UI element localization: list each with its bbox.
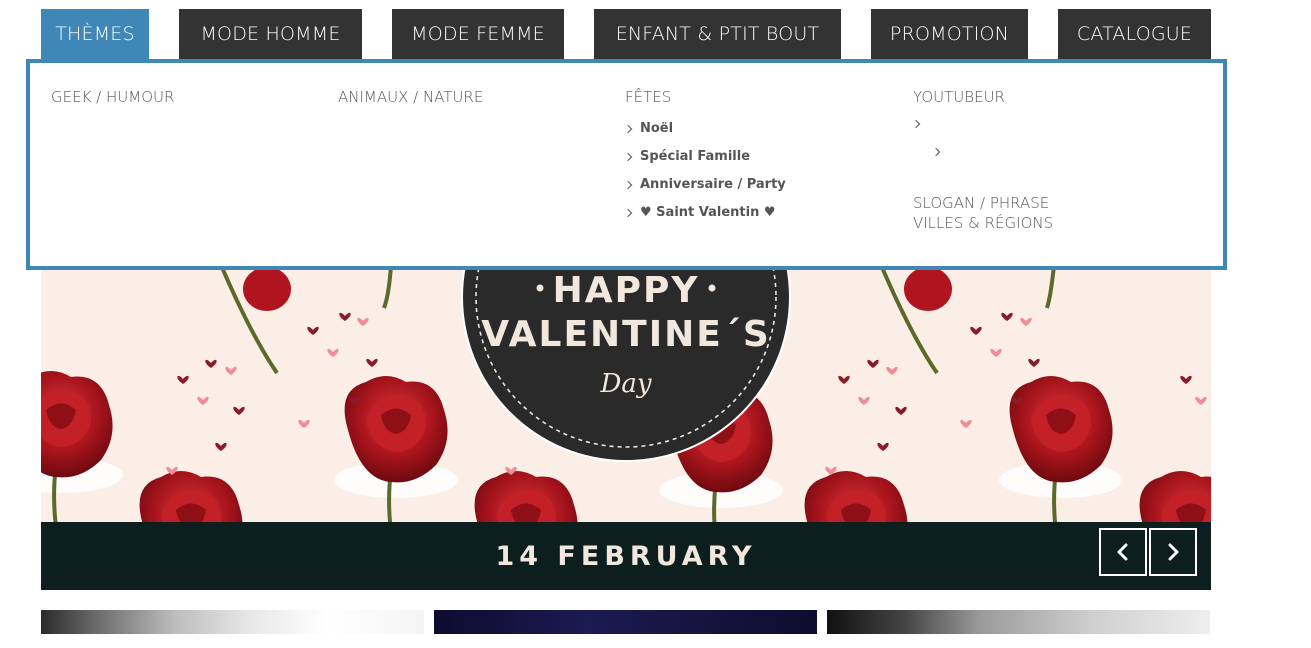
menu-item-label: ♥ Saint Valentin ♥ <box>640 205 776 220</box>
menu-heading-youtubeur[interactable]: YOUTUBEUR <box>913 88 1005 106</box>
slider-next-button[interactable] <box>1149 528 1197 576</box>
themes-dropdown: GEEK / HUMOUR ANIMAUX / NATURE FÊTES Noë… <box>26 59 1227 270</box>
menu-heading-fetes[interactable]: FÊTES <box>625 88 671 106</box>
chevron-right-icon <box>1168 543 1179 561</box>
slider-prev-button[interactable] <box>1099 528 1147 576</box>
menu-item-label: Spécial Famille <box>640 149 751 164</box>
menu-item-youtubeur-empty-2[interactable] <box>931 147 948 157</box>
chevron-right-icon <box>623 208 633 217</box>
menu-item-label: Anniversaire / Party <box>640 177 786 192</box>
menu-item-youtubeur-empty-1[interactable] <box>911 119 928 129</box>
nav-tab-mode-femme[interactable]: MODE FEMME <box>392 9 564 59</box>
badge-line1: HAPPY <box>553 270 700 311</box>
menu-heading-slogan[interactable]: SLOGAN / PHRASE <box>913 194 1049 212</box>
nav-tab-themes[interactable]: THÈMES <box>41 9 149 59</box>
nav-tab-promotion[interactable]: PROMOTION <box>871 9 1028 59</box>
thumbnail-1[interactable] <box>41 610 424 634</box>
nav-tab-catalogue[interactable]: CATALOGUE <box>1058 9 1211 59</box>
menu-item-anniversaire[interactable]: Anniversaire / Party <box>623 177 786 192</box>
thumbnail-2[interactable] <box>434 610 817 634</box>
menu-heading-animaux-nature[interactable]: ANIMAUX / NATURE <box>338 88 483 106</box>
slider-caption-bar: 14 FEBRUARY <box>41 522 1211 590</box>
chevron-right-icon <box>623 152 633 161</box>
menu-item-label: Noël <box>640 121 674 136</box>
thumbnail-3[interactable] <box>827 610 1210 634</box>
chevron-right-icon <box>623 124 633 133</box>
nav-tab-mode-homme[interactable]: MODE HOMME <box>179 9 362 59</box>
chevron-right-icon <box>623 180 633 189</box>
nav-tab-enfant[interactable]: ENFANT & PTIT BOUT <box>594 9 841 59</box>
chevron-left-icon <box>1117 543 1128 561</box>
chevron-right-icon <box>911 119 921 129</box>
menu-item-noel[interactable]: Noël <box>623 121 674 136</box>
menu-heading-geek-humour[interactable]: GEEK / HUMOUR <box>51 88 174 106</box>
badge-line2: VALENTINE´S <box>481 314 771 355</box>
badge-line3: Day <box>599 369 651 399</box>
menu-item-saint-valentin[interactable]: ♥ Saint Valentin ♥ <box>623 205 776 220</box>
menu-item-special-famille[interactable]: Spécial Famille <box>623 149 751 164</box>
slider-caption: 14 FEBRUARY <box>495 540 757 572</box>
chevron-right-icon <box>931 147 941 157</box>
menu-heading-villes-regions[interactable]: VILLES & RÉGIONS <box>913 214 1053 232</box>
